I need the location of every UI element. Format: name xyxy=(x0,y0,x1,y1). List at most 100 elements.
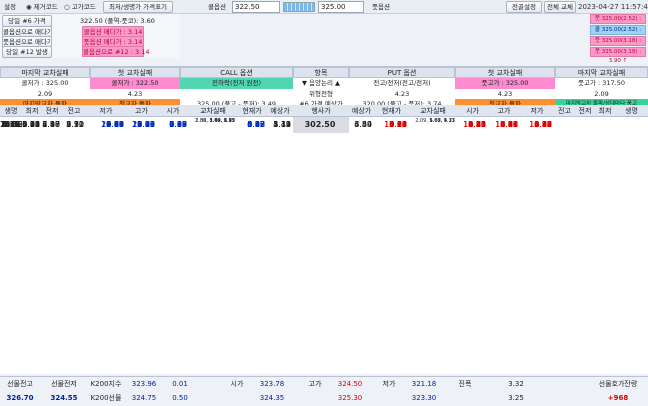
call-cell: 20.65 xyxy=(101,120,124,129)
futures-prev-low-label: 선물전저 xyxy=(51,380,77,388)
futures-prev-high-value: 326.70 xyxy=(6,394,34,402)
column-header[interactable]: 전고 xyxy=(554,105,575,117)
column-header[interactable]: 생명 xyxy=(0,105,22,117)
call-strike-input[interactable]: 322.50 xyxy=(232,1,280,13)
strike-cell: 302.50 xyxy=(293,117,349,133)
table-row[interactable] xyxy=(0,340,648,356)
column-header[interactable]: 전고 xyxy=(62,105,86,117)
table-row[interactable] xyxy=(0,308,648,324)
column-header[interactable]: 교차실패 xyxy=(189,105,237,117)
table-row[interactable] xyxy=(0,228,648,245)
table-row[interactable] xyxy=(0,260,648,276)
k200-futures-diff: 0.50 xyxy=(172,394,188,402)
cell-highlight xyxy=(520,196,554,212)
cell-highlight xyxy=(237,228,267,244)
put-option-label: 풋옵션 xyxy=(372,3,390,11)
column-header[interactable]: 저가 xyxy=(86,105,126,117)
column-header[interactable]: 고가 xyxy=(488,105,520,117)
column-header[interactable]: 전저 xyxy=(575,105,595,117)
radio-remove-code[interactable]: ◉ 제거코드 xyxy=(26,2,58,12)
table-row[interactable] xyxy=(0,324,648,340)
options-table-header: 생명 최저 전저 전고 저가 고가 시가 교차실패 현재가 예상가 행사가 예상가 현재가 교차실패 시가 고… xyxy=(0,105,648,117)
right-badge-3: 풋 325.00(3.18) : 3.90 ↑ xyxy=(590,36,646,53)
high-value-2: 325.30 xyxy=(337,394,363,402)
tab-settings[interactable]: 전골설정 xyxy=(506,1,542,13)
open-value-2: 324.35 xyxy=(259,394,285,402)
table-row[interactable] xyxy=(0,356,648,372)
high-label: 고가 xyxy=(308,380,322,388)
column-header[interactable]: 시가 xyxy=(157,105,189,117)
column-header[interactable]: 저가 xyxy=(520,105,554,117)
table-row[interactable] xyxy=(0,276,648,292)
call-cell: 22.85 xyxy=(132,120,155,129)
column-header[interactable]: 예상가 xyxy=(267,105,293,117)
cell-highlight xyxy=(615,244,648,260)
put-cell: 0.11 xyxy=(468,120,486,129)
column-header[interactable]: 전저 xyxy=(42,105,62,117)
column-header[interactable]: 현재가 xyxy=(237,105,267,117)
futures-depth-value: +968 xyxy=(607,394,629,402)
radio-high-code[interactable]: ○ 고가코드 xyxy=(64,2,96,12)
cell-highlight xyxy=(488,292,520,308)
options-chain-table: 0.490.410.050.100.090.08340.0017.0015.85… xyxy=(0,117,648,374)
today-12-button[interactable]: 당일 #12 발생 xyxy=(2,46,52,58)
put-cell: 0.21 xyxy=(500,120,518,129)
cell-highlight xyxy=(86,244,157,260)
middle-header: 항목 xyxy=(293,67,349,78)
table-row[interactable] xyxy=(0,149,648,165)
table-row[interactable] xyxy=(0,165,648,181)
put-cell xyxy=(554,117,575,133)
cell-highlight xyxy=(575,276,595,292)
right-badge-1: 풋 325.00(2.52) : 3.06 ↑ xyxy=(590,14,646,31)
k200-index-label: K200지수 xyxy=(90,380,122,388)
settings-label[interactable]: 설정 xyxy=(4,2,16,12)
open-value-1: 323.78 xyxy=(259,380,285,388)
bottom-futures-bar: 선물전고 326.70 선물전저 324.55 K200지수 323.96 0.… xyxy=(0,376,648,406)
cell-highlight xyxy=(86,260,157,276)
progress-indicator xyxy=(283,2,315,12)
right-badge-2: 콜 325.00(2.52) : 3.06 ↓ xyxy=(590,25,646,42)
table-row[interactable] xyxy=(0,244,648,261)
left-last-cross-v1: 콜저가 : 325.00 xyxy=(21,79,69,87)
put-first-cross-v1: 풋고가 : 325.00 xyxy=(455,78,555,89)
call-first-cross-header: 첫 교차실패 xyxy=(90,67,180,78)
column-header[interactable]: 최저 xyxy=(595,105,615,117)
call-cell xyxy=(237,117,267,133)
column-header[interactable]: 생명 xyxy=(615,105,648,117)
column-header[interactable]: 교차실패 xyxy=(409,105,457,117)
table-row[interactable] xyxy=(0,212,648,229)
put-cell xyxy=(349,117,374,133)
tab-replace-all[interactable]: 전체 교체 xyxy=(544,1,576,13)
radio-high-code-label: 고가코드 xyxy=(71,3,96,11)
today-price-value: 322.50 (풀역-풋코): 3.60 xyxy=(80,17,155,25)
cell-highlight xyxy=(22,212,42,228)
column-header[interactable]: 고가 xyxy=(126,105,157,117)
column-header[interactable]: 최저 xyxy=(22,105,42,117)
put-cell xyxy=(409,117,457,133)
column-header[interactable]: 예상가 xyxy=(349,105,374,117)
range-value-2: 3.25 xyxy=(508,394,524,402)
call-cell xyxy=(22,117,42,133)
right-last-cross-header: 마지막 교차실패 xyxy=(555,67,648,78)
table-row[interactable] xyxy=(0,133,648,149)
put-cell xyxy=(615,117,648,133)
datetime-display: 2023-04-27 11:57:42 xyxy=(578,3,648,11)
put-option-header: PUT 옵션 xyxy=(349,67,455,78)
call-cell: 21.30 xyxy=(0,120,22,129)
cell-highlight xyxy=(267,212,293,228)
table-row[interactable] xyxy=(0,292,648,308)
range-label: 진폭 xyxy=(458,380,472,388)
column-header[interactable]: 행사가 xyxy=(293,105,349,117)
today-12-badge: 콜옵션으로 #12 : 3.14 xyxy=(82,46,150,57)
column-header[interactable]: 시가 xyxy=(457,105,488,117)
table-row[interactable] xyxy=(0,181,648,197)
put-strike-input[interactable]: 325.00 xyxy=(318,1,364,13)
table-row[interactable] xyxy=(0,197,648,213)
put-cell xyxy=(595,117,615,133)
middle-v1: ▼ 음양논리 ▲ xyxy=(301,79,341,87)
cell-highlight xyxy=(349,212,374,228)
price-mode-button[interactable]: 최저/생명가 가격표기 xyxy=(103,1,173,13)
column-header[interactable]: 현재가 xyxy=(374,105,409,117)
call-first-cross-v1: 콜저가 : 322.50 xyxy=(90,78,180,89)
cell-highlight xyxy=(374,276,409,292)
